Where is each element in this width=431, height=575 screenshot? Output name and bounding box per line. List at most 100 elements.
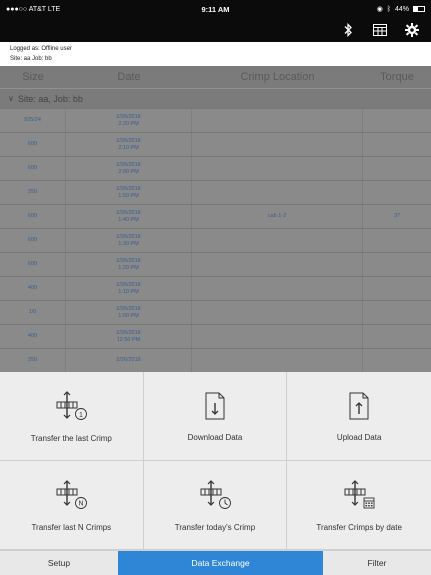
table-row[interactable]: 600 2/26/2018 1:30 PM <box>0 228 431 252</box>
table-header: Size Date Crimp Location Torque <box>0 66 431 88</box>
cell-crimp-location <box>192 325 363 348</box>
cell-crimp-location: cab 1-2 <box>192 205 363 228</box>
cell-date-day: 2/26/2018 <box>116 185 141 192</box>
cell-date-time: 1:30 PM <box>118 240 139 247</box>
gear-icon[interactable] <box>403 21 421 39</box>
cell-date: 2/26/2018 <box>66 349 192 372</box>
cell-date-day: 2/26/2018 <box>116 113 141 120</box>
cell-date: 2/26/2018 1:10 PM <box>66 277 192 300</box>
cell-crimp-location <box>192 229 363 252</box>
cell-date: 2/26/2018 1:20 PM <box>66 253 192 276</box>
table-row[interactable]: 400 2/26/2018 1:10 PM <box>0 276 431 300</box>
table-row[interactable]: 600 2/26/2018 1:20 PM <box>0 252 431 276</box>
table-body: 925/24 2/26/2018 2:20 PM 600 2/26/2018 2:10 P… <box>0 108 431 372</box>
table-row[interactable]: 400 2/26/2018 12:50 PM <box>0 324 431 348</box>
cell-size: 600 <box>0 133 66 156</box>
cell-date-time: 1:20 PM <box>118 264 139 271</box>
cell-torque <box>363 133 431 156</box>
cell-crimp-location <box>192 109 363 132</box>
cell-torque <box>363 277 431 300</box>
cell-size: 600 <box>0 229 66 252</box>
transfer-last-n-crimps-label: Transfer last N Crimps <box>31 522 112 532</box>
transfer-last-crimp-button[interactable]: 1 Transfer the last Crimp <box>0 372 144 461</box>
cell-torque <box>363 109 431 132</box>
table-row[interactable]: 250 2/26/2018 1:50 PM <box>0 180 431 204</box>
cell-date-time: 1:40 PM <box>118 216 139 223</box>
upload-data-button[interactable]: Upload Data <box>287 372 431 461</box>
chevron-down-icon: ∨ <box>8 94 14 103</box>
cell-torque <box>363 325 431 348</box>
table-row[interactable]: 600 2/26/2018 2:00 PM <box>0 156 431 180</box>
cell-date: 2/26/2018 2:00 PM <box>66 157 192 180</box>
cell-torque <box>363 349 431 372</box>
cell-crimp-location <box>192 301 363 324</box>
group-label: Site: aa, Job: bb <box>17 93 83 104</box>
site-job-text: Site: aa Job: bb <box>10 56 52 62</box>
app-toolbar <box>0 18 431 42</box>
cell-crimp-location <box>192 157 363 180</box>
tab-filter[interactable]: Filter <box>323 551 431 575</box>
cell-date-time: 12:50 PM <box>116 336 141 343</box>
table-row[interactable]: 600 2/26/2018 2:10 PM <box>0 132 431 156</box>
cell-date-time: 2:20 PM <box>118 120 139 127</box>
cell-size: 400 <box>0 325 66 348</box>
cell-size: 1/0 <box>0 301 66 324</box>
transfer-crimps-by-date-button[interactable]: Transfer Crimps by date <box>287 461 431 550</box>
cell-date: 2/26/2018 12:50 PM <box>66 325 192 348</box>
status-bar: ●●●○○ AT&T LTE 9:11 AM ◉ ᛒ 44% <box>0 0 431 18</box>
tab-setup[interactable]: Setup <box>0 551 118 575</box>
tab-data-exchange[interactable]: Data Exchange <box>118 551 323 575</box>
badge-n: N <box>79 500 84 507</box>
battery-fill <box>414 7 419 11</box>
transfer-crimps-by-date-label: Transfer Crimps by date <box>316 522 402 532</box>
cell-crimp-location <box>192 133 363 156</box>
bottom-tab-bar: Setup Data Exchange Filter <box>0 550 431 575</box>
bluetooth-icon[interactable] <box>339 21 357 39</box>
transfer-last-crimp-label: Transfer the last Crimp <box>30 433 112 443</box>
cell-date: 2/26/2018 1:00 PM <box>66 301 192 324</box>
header-date[interactable]: Date <box>66 71 192 83</box>
cell-date: 2/26/2018 2:10 PM <box>66 133 192 156</box>
cell-date-day: 2/26/2018 <box>116 209 141 216</box>
cell-date-day: 2/26/2018 <box>116 137 141 144</box>
cell-date-time: 2:10 PM <box>118 144 139 151</box>
upload-data-label: Upload Data <box>336 432 382 442</box>
cell-date-day: 2/26/2018 <box>116 329 141 336</box>
cell-date-time: 1:10 PM <box>118 288 139 295</box>
cell-date: 2/26/2018 2:20 PM <box>66 109 192 132</box>
download-icon <box>205 392 225 419</box>
cell-date-day: 2/26/2018 <box>116 357 141 363</box>
cell-date-time: 1:00 PM <box>118 312 139 319</box>
location-icon: ◉ <box>376 6 383 13</box>
transfer-by-date-calendar-icon <box>344 479 375 508</box>
cell-size: 600 <box>0 253 66 276</box>
cell-crimp-location <box>192 277 363 300</box>
cell-torque <box>363 181 431 204</box>
transfer-todays-crimp-label: Transfer today's Crimp <box>174 522 256 532</box>
table-row[interactable]: 250 2/26/2018 <box>0 348 431 372</box>
table-row[interactable]: 925/24 2/26/2018 2:20 PM <box>0 108 431 132</box>
upload-icon <box>349 392 369 419</box>
transfer-last-n-crimps-button[interactable]: N Transfer last N Crimps <box>0 461 144 550</box>
header-crimp-location[interactable]: Crimp Location <box>192 71 363 83</box>
cell-torque: 37 <box>393 213 401 219</box>
download-data-button[interactable]: Download Data <box>143 372 288 461</box>
table-row[interactable]: 1/0 2/26/2018 1:00 PM <box>0 300 431 324</box>
header-torque[interactable]: Torque <box>363 71 431 83</box>
logged-user-text: Logged as: Offline user <box>10 46 72 52</box>
transfer-crimp-icon: 1 <box>56 390 88 420</box>
cell-torque <box>363 157 431 180</box>
header-size[interactable]: Size <box>0 71 66 83</box>
group-header[interactable]: ∨ Site: aa, Job: bb <box>0 88 431 108</box>
calculator-icon[interactable] <box>371 21 389 39</box>
badge-one: 1 <box>79 412 83 419</box>
cell-date: 2/26/2018 1:40 PM <box>66 205 192 228</box>
cell-date-day: 2/26/2018 <box>116 233 141 240</box>
cell-torque <box>363 229 431 252</box>
table-row[interactable]: 600 2/26/2018 1:40 PM cab 1-2 37 <box>0 204 431 228</box>
transfer-today-clock-icon <box>200 479 231 509</box>
transfer-todays-crimp-button[interactable]: Transfer today's Crimp <box>143 461 288 550</box>
cell-size: 600 <box>0 157 66 180</box>
cell-size: 250 <box>0 349 66 372</box>
cell-date: 2/26/2018 1:50 PM <box>66 181 192 204</box>
